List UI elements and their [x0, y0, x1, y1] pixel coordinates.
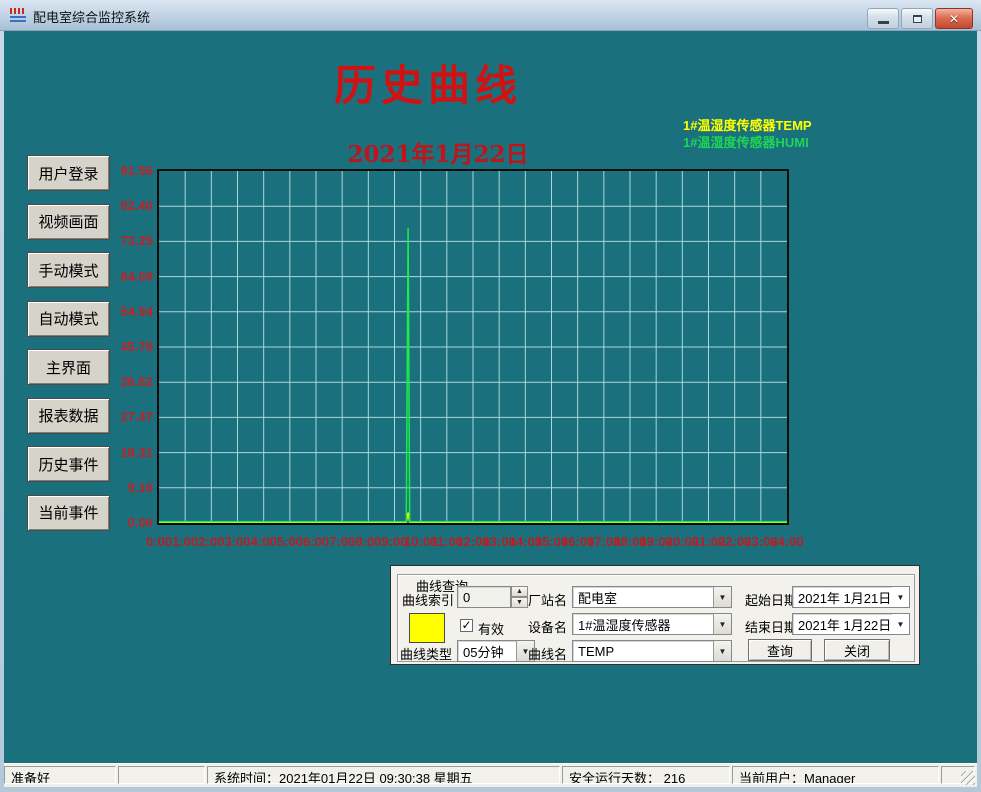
curve-name-combobox[interactable]: TEMP ▼ [572, 640, 732, 662]
status-ready: 准备好 [4, 766, 116, 784]
valid-label: 有效 [478, 619, 504, 638]
curve-query-panel: 曲线查询 曲线索引 0 ▲ ▼ 厂站名 配电室 ▼ 起始日期 2021年 1月2… [390, 565, 920, 665]
x-tick-label: 4:00 [251, 534, 277, 549]
chevron-down-icon[interactable]: ▼ [713, 587, 731, 607]
legend-item-0: 1#温湿度传感器TEMP [683, 117, 812, 134]
chart-date: 2021年1月22日 [278, 135, 598, 169]
x-tick-label: 8:00 [355, 534, 381, 549]
x-tick-label: 1:00 [172, 534, 198, 549]
legend-item-1: 1#温湿度传感器HUMI [683, 134, 812, 151]
curve-index-label: 曲线索引 [402, 590, 454, 609]
resize-grip[interactable] [961, 771, 975, 785]
curve-index-spinner[interactable]: ▲ ▼ [511, 586, 528, 608]
x-tick-label: 0:00 [146, 534, 172, 549]
status-empty [118, 766, 205, 784]
station-label: 厂站名 [528, 590, 567, 609]
y-tick-label: 36.62 [99, 374, 153, 390]
chevron-down-icon[interactable]: ▼ [892, 587, 909, 607]
status-current-user: 当前用户：Manager [732, 766, 939, 784]
query-button[interactable]: 查询 [748, 639, 812, 661]
x-tick-label: 6:00 [303, 534, 329, 549]
device-combobox[interactable]: 1#温湿度传感器 ▼ [572, 613, 732, 635]
sidebar-button-3[interactable]: 自动模式 [27, 301, 110, 337]
app-window: 配电室综合监控系统 ✕ 历史曲线 2021年1月22日 1#温湿度传感器TEMP… [0, 0, 981, 792]
maximize-button[interactable] [901, 8, 933, 29]
y-tick-label: 27.47 [99, 409, 153, 425]
sidebar: 用户登录视频画面手动模式自动模式主界面报表数据历史事件当前事件 [27, 155, 110, 531]
spin-up-icon[interactable]: ▲ [511, 586, 528, 597]
y-tick-label: 82.40 [99, 198, 153, 214]
page-title: 历史曲线 [278, 52, 578, 113]
y-tick-label: 64.09 [99, 269, 153, 285]
y-tick-label: 73.25 [99, 233, 153, 249]
sidebar-button-4[interactable]: 主界面 [27, 349, 110, 385]
history-chart [157, 169, 789, 525]
curve-index-input[interactable]: 0 [457, 586, 511, 608]
x-tick-label: 7:00 [329, 534, 355, 549]
chart-legend: 1#温湿度传感器TEMP1#温湿度传感器HUMI [683, 117, 812, 151]
close-icon: ✕ [949, 12, 959, 26]
x-tick-label: 3:00 [224, 534, 250, 549]
y-tick-label: 54.94 [99, 304, 153, 320]
valid-checkbox[interactable]: ✓ [460, 619, 473, 632]
curve-query-groupbox: 曲线查询 曲线索引 0 ▲ ▼ 厂站名 配电室 ▼ 起始日期 2021年 1月2… [397, 574, 915, 662]
station-combobox[interactable]: 配电室 ▼ [572, 586, 732, 608]
sidebar-button-0[interactable]: 用户登录 [27, 155, 110, 191]
window-title: 配电室综合监控系统 [33, 7, 150, 26]
y-tick-label: 0.00 [99, 515, 153, 531]
device-label: 设备名 [528, 617, 567, 636]
x-tick-label: 2:00 [198, 534, 224, 549]
chart-canvas [159, 171, 787, 523]
curve-color-swatch[interactable] [409, 613, 445, 643]
x-tick-label: 24:00 [770, 534, 803, 549]
y-tick-label: 45.78 [99, 339, 153, 355]
sidebar-button-7[interactable]: 当前事件 [27, 495, 110, 531]
x-tick-label: 5:00 [277, 534, 303, 549]
start-date-picker[interactable]: 2021年 1月21日 ▼ [792, 586, 910, 608]
title-bar: 配电室综合监控系统 ✕ [0, 0, 981, 31]
minimize-button[interactable] [867, 8, 899, 29]
end-date-label: 结束日期 [745, 617, 797, 636]
minimize-icon [878, 21, 889, 24]
sidebar-button-5[interactable]: 报表数据 [27, 398, 110, 434]
spin-down-icon[interactable]: ▼ [511, 597, 528, 608]
chevron-down-icon[interactable]: ▼ [713, 641, 731, 661]
close-panel-button[interactable]: 关闭 [824, 639, 890, 661]
curve-name-label: 曲线名 [528, 644, 567, 663]
sidebar-button-1[interactable]: 视频画面 [27, 204, 110, 240]
y-tick-label: 18.31 [99, 445, 153, 461]
status-system-time: 系统时间：2021年01月22日 09:30:38 星期五 [207, 766, 560, 784]
chevron-down-icon[interactable]: ▼ [892, 614, 909, 634]
start-date-label: 起始日期 [745, 590, 797, 609]
curve-type-combobox[interactable]: 05分钟 ▼ [457, 640, 535, 662]
y-tick-label: 9.16 [99, 480, 153, 496]
close-button[interactable]: ✕ [935, 8, 973, 29]
sidebar-button-2[interactable]: 手动模式 [27, 252, 110, 288]
curve-type-label: 曲线类型 [400, 644, 452, 663]
status-bar: 准备好 系统时间：2021年01月22日 09:30:38 星期五 安全运行天数… [4, 763, 977, 787]
maximize-icon [913, 15, 922, 23]
status-safe-days: 安全运行天数： 216 [562, 766, 730, 784]
app-icon [10, 8, 27, 23]
chevron-down-icon[interactable]: ▼ [713, 614, 731, 634]
sidebar-button-6[interactable]: 历史事件 [27, 446, 110, 482]
y-tick-label: 91.56 [99, 163, 153, 179]
end-date-picker[interactable]: 2021年 1月22日 ▼ [792, 613, 910, 635]
